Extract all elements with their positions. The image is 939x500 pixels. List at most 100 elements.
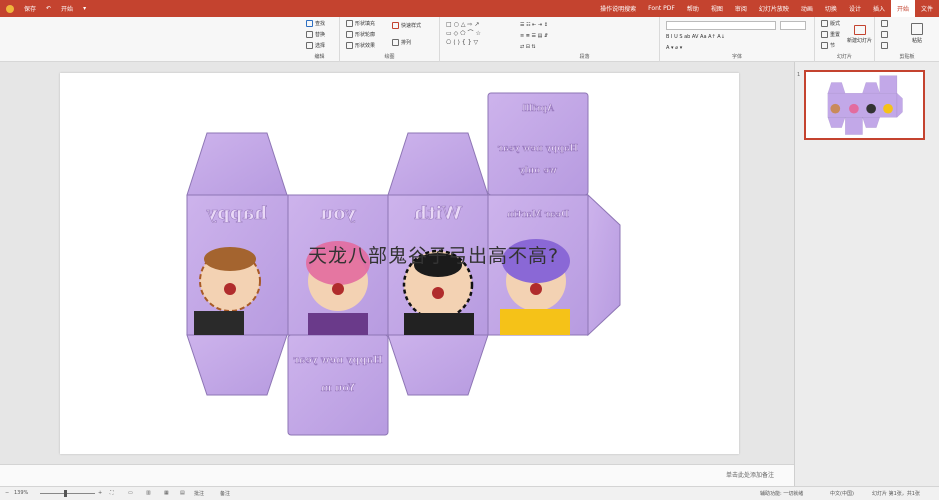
app-logo-icon (6, 4, 14, 13)
slide-thumbnail[interactable] (804, 70, 925, 140)
box-word-top-panel: Happy new year (498, 144, 578, 154)
box-word-happy-new-year: Happy new year (293, 355, 383, 366)
tab-view[interactable]: 视图 (705, 0, 729, 17)
search-icon (306, 20, 313, 27)
fit-slide-icon[interactable]: ⛶ (110, 490, 114, 496)
zoom-level[interactable]: 139% (14, 490, 28, 496)
text-direction-button[interactable]: ⇄ ⊟ ⇅ (520, 44, 536, 50)
box-word-dear-martin: Dear Martin (507, 210, 569, 220)
group-label-slides: 幻灯片 (836, 54, 852, 60)
font-name-select[interactable] (666, 21, 776, 30)
paste-button[interactable]: 粘贴 (911, 23, 923, 44)
slide-info: 幻灯片 第1张，共1张 (872, 491, 920, 497)
zoom-out-button[interactable]: − (5, 490, 9, 496)
replace-button[interactable]: 替换 (306, 31, 325, 38)
format-painter-button[interactable] (881, 42, 888, 49)
quick-styles-button[interactable]: 快速样式 (392, 22, 421, 29)
group-paragraph: ☰ ☷ ⇤ ⇥ ↕ ≡ ≣ ☰ ▤ ⇵ ⇄ ⊟ ⇅ 段落 (510, 17, 660, 62)
slideshow-view-icon[interactable]: ▭ (128, 490, 133, 496)
tab-file[interactable]: 文件 (915, 0, 939, 17)
powerpoint-window: 保存 ↶ 开始 ▾ 操作说明搜索 Font PDF 帮助 视图 审阅 幻灯片放映… (0, 0, 939, 500)
outline-icon (346, 31, 353, 38)
layout-button[interactable]: 版式 (821, 20, 840, 27)
clipboard-icon (911, 23, 923, 35)
arrange-icon (392, 39, 399, 46)
group-drawing: 形状填充 形状轮廓 形状效果 快速样式 排列 绘图 (340, 17, 440, 62)
effects-icon (346, 42, 353, 49)
accessibility-status[interactable]: 辅助功能: 一切就绪 (760, 490, 803, 497)
zoom-in-button[interactable]: + (98, 490, 102, 496)
normal-view-icon[interactable]: ▤ (180, 490, 185, 496)
tab-insert[interactable]: 插入 (867, 0, 891, 17)
comments-button[interactable]: 批注 (194, 490, 204, 497)
tab-font-pdf[interactable]: Font PDF (642, 0, 681, 17)
group-label-clipboard: 剪贴板 (899, 54, 915, 60)
find-button[interactable]: 查找 (306, 20, 325, 27)
shape-outline-button[interactable]: 形状轮廓 (346, 31, 375, 38)
tab-animations[interactable]: 动画 (795, 0, 819, 17)
new-slide-button[interactable]: 新建幻灯片 (847, 25, 872, 44)
zoom-slider-thumb[interactable] (64, 490, 67, 497)
tab-design[interactable]: 设计 (843, 0, 867, 17)
replace-icon (306, 31, 313, 38)
language-status: 中文(中国) (830, 491, 854, 497)
notes-pane[interactable]: 单击此处添加备注 (0, 464, 794, 486)
title-bar: 保存 ↶ 开始 ▾ 操作说明搜索 Font PDF 帮助 视图 审阅 幻灯片放映… (0, 0, 939, 17)
tab-slideshow[interactable]: 幻灯片放映 (753, 0, 795, 17)
box-word-we-only: we only (518, 166, 558, 176)
copy-icon (881, 31, 888, 38)
save-quick-button[interactable]: 保存 (24, 4, 36, 13)
font-size-select[interactable] (780, 21, 806, 30)
group-slides: 版式 重置 节 新建幻灯片 幻灯片 (815, 17, 875, 62)
reading-view-icon[interactable]: ▥ (146, 490, 151, 496)
undo-icon[interactable]: ↶ (46, 5, 51, 12)
section-button[interactable]: 节 (821, 42, 835, 49)
group-font: B I U S ab AV Aa A↑ A↓ A ▾ ⌀ ▾ 字体 (660, 17, 815, 62)
select-button[interactable]: 选择 (306, 42, 325, 49)
customize-icon[interactable]: ▾ (83, 5, 86, 12)
arrange-button[interactable]: 排列 (392, 39, 411, 46)
home-quick-button[interactable]: 开始 (61, 4, 73, 13)
group-clipboard: 粘贴 剪贴板 (875, 17, 939, 62)
shape-effects-button[interactable]: 形状效果 (346, 42, 375, 49)
shapes-gallery[interactable]: □○△⇨↗ ▭◇⬠⌒☆ ⎔⟨⟩{}▽ (446, 20, 506, 47)
reset-icon (821, 31, 828, 38)
cut-button[interactable] (881, 20, 888, 27)
reset-button[interactable]: 重置 (821, 31, 840, 38)
box-word-april: Aprilll (522, 104, 555, 114)
thumbnail-image (827, 75, 903, 135)
group-label-font: 字体 (731, 54, 742, 60)
sorter-view-icon[interactable]: ▦ (164, 490, 169, 496)
ribbon-tabs: 操作说明搜索 Font PDF 帮助 视图 审阅 幻灯片放映 动画 切换 设计 … (594, 0, 939, 17)
layout-icon (821, 20, 828, 27)
align-button[interactable]: ≡ ≣ ☰ ▤ ⇵ (520, 33, 548, 39)
box-word-you: you (320, 203, 357, 224)
group-label-editing: 编辑 (314, 54, 325, 60)
fill-icon (346, 20, 353, 27)
slide-thumbnail-pane: 1 (794, 62, 939, 486)
scissors-icon (881, 20, 888, 27)
styles-icon (392, 22, 399, 29)
slide-editing-area: happy you With Dear Martin Happy new yea… (0, 62, 794, 464)
font-color-buttons[interactable]: A ▾ ⌀ ▾ (666, 45, 682, 51)
box-word-you-m: You m (320, 383, 356, 394)
bullets-button[interactable]: ☰ ☷ ⇤ ⇥ ↕ (520, 22, 548, 28)
font-format-buttons[interactable]: B I U S ab AV Aa A↑ A↓ (666, 34, 725, 40)
thumbnail-number: 1 (797, 72, 801, 78)
tab-home[interactable]: 开始 (890, 0, 915, 17)
tab-search[interactable]: 操作说明搜索 (594, 0, 642, 17)
box-word-with: With (414, 203, 463, 224)
copy-button[interactable] (881, 31, 888, 38)
group-label-paragraph: 段落 (579, 54, 590, 60)
status-bar: − 139% + ⛶ ▭ ▥ ▦ ▤ 批注 备注 辅助功能: 一切就绪 中文(中… (0, 486, 939, 500)
tab-review[interactable]: 审阅 (729, 0, 753, 17)
notes-placeholder[interactable]: 单击此处添加备注 (726, 470, 774, 479)
shape-fill-button[interactable]: 形状填充 (346, 20, 375, 27)
slide-canvas[interactable]: happy you With Dear Martin Happy new yea… (60, 73, 739, 454)
tab-help[interactable]: 帮助 (681, 0, 705, 17)
group-editing: 查找 替换 选择 编辑 (300, 17, 340, 62)
tab-transitions[interactable]: 切换 (819, 0, 843, 17)
overlay-caption: 天龙八部鬼谷子弓出高不高? (308, 245, 560, 267)
zoom-slider-track[interactable] (40, 493, 95, 494)
notes-button[interactable]: 备注 (220, 490, 230, 497)
